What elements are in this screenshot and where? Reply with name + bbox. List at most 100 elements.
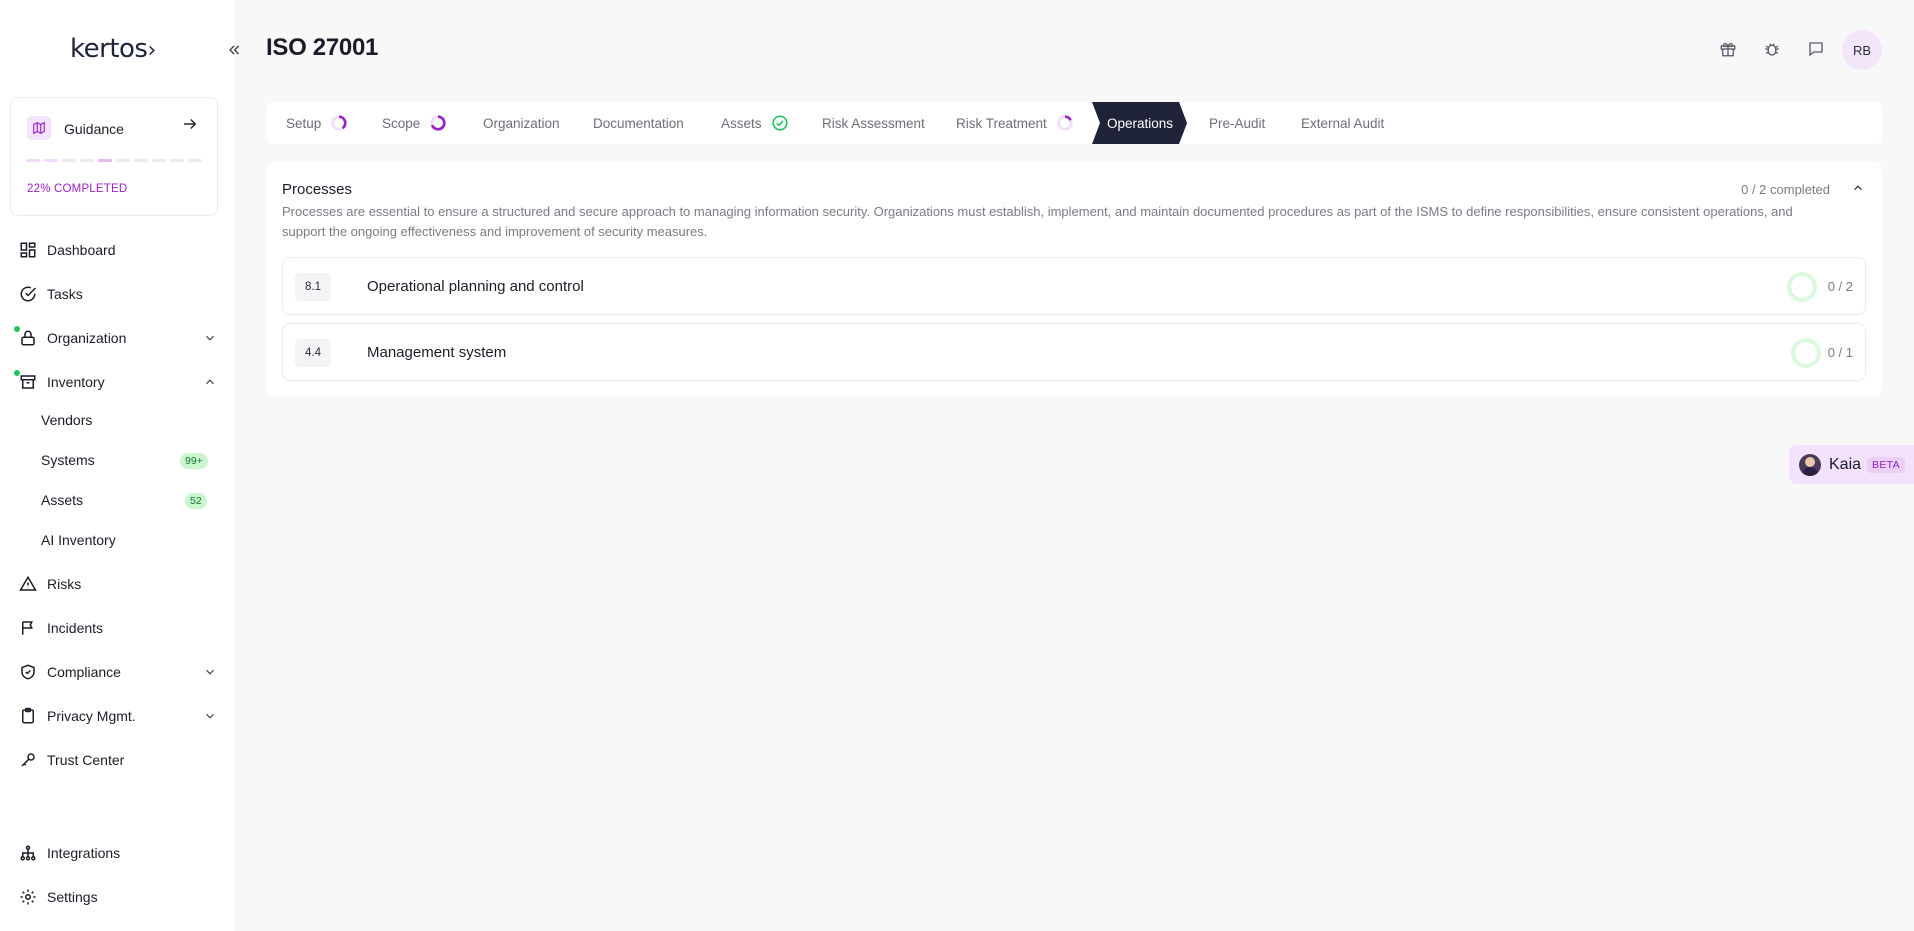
progress-ring-icon (1791, 338, 1821, 368)
sidebar: kertos› Guidance 22% COMPLETED Dashboard… (0, 0, 234, 931)
guidance-progress-label: 22% COMPLETED (27, 183, 128, 195)
gift-icon[interactable] (1717, 38, 1739, 60)
shield-check-icon (18, 662, 38, 682)
sidebar-item-compliance[interactable]: Compliance (18, 659, 218, 685)
process-number: 4.4 (295, 339, 331, 367)
gear-icon (18, 887, 38, 907)
step-assets[interactable]: Assets (721, 102, 790, 144)
flag-icon (18, 618, 38, 638)
progress-segment (62, 159, 76, 162)
sidebar-item-label: Risks (47, 576, 82, 592)
step-risk-assessment[interactable]: Risk Assessment (822, 102, 925, 144)
sidebar-item-label: Trust Center (47, 752, 125, 768)
sidebar-item-label: Privacy Mgmt. (47, 708, 136, 724)
sidebar-item-inventory[interactable]: Inventory (13, 369, 218, 395)
grid-icon (18, 240, 38, 260)
sidebar-subitem-vendors[interactable]: Vendors (41, 412, 92, 428)
step-label: Operations (1107, 115, 1174, 131)
step-label: Risk Treatment (956, 115, 1047, 131)
step-organization[interactable]: Organization (483, 102, 560, 144)
step-documentation[interactable]: Documentation (593, 102, 684, 144)
step-label: Risk Assessment (822, 115, 925, 131)
sidebar-item-label: Inventory (47, 374, 105, 390)
chevron-up-icon[interactable] (1848, 178, 1868, 198)
guidance-card[interactable]: Guidance 22% COMPLETED (10, 97, 218, 216)
sidebar-item-label: Compliance (47, 664, 121, 680)
sidebar-subitem-ai-inventory[interactable]: AI Inventory (41, 532, 116, 548)
sidebar-item-label: Integrations (47, 845, 121, 861)
guidance-progress-segments (26, 159, 202, 162)
progress-segment (98, 159, 112, 162)
step-label: External Audit (1301, 115, 1385, 131)
progress-segment (26, 159, 40, 162)
sidebar-item-label: Tasks (47, 286, 83, 302)
progress-segment (188, 159, 202, 162)
arrow-right-icon[interactable] (181, 115, 199, 138)
chevron-up-icon[interactable] (202, 374, 218, 390)
sidebar-item-privacy[interactable]: Privacy Mgmt. (18, 703, 218, 729)
progress-segment (44, 159, 58, 162)
chevron-down-icon[interactable] (202, 330, 218, 346)
progress-ring-icon (1055, 113, 1075, 133)
collapse-sidebar-icon[interactable] (222, 38, 246, 62)
process-steps-bar: Setup Scope Organization Documentation A… (266, 102, 1882, 144)
beta-badge: BETA (1867, 456, 1905, 473)
kaia-label: Kaia (1829, 455, 1862, 473)
sidebar-item-tasks[interactable]: Tasks (18, 281, 218, 307)
sidebar-item-label: Settings (47, 889, 98, 905)
step-label: Setup (286, 115, 322, 131)
archive-icon (13, 369, 38, 392)
process-row[interactable]: 8.1 Operational planning and control 0 /… (282, 257, 1866, 315)
sidebar-item-risks[interactable]: Risks (18, 571, 218, 597)
progress-segment (80, 159, 94, 162)
assets-count-badge: 52 (185, 493, 207, 509)
step-setup[interactable]: Setup (286, 102, 349, 144)
chat-icon[interactable] (1805, 38, 1827, 60)
warning-triangle-icon (18, 574, 38, 594)
sidebar-item-dashboard[interactable]: Dashboard (18, 237, 218, 263)
bug-icon[interactable] (1761, 38, 1783, 60)
step-pre-audit[interactable]: Pre-Audit (1209, 102, 1265, 144)
map-icon (27, 116, 51, 140)
lock-icon (13, 325, 38, 348)
page-title: ISO 27001 (266, 34, 379, 61)
step-label: Documentation (593, 115, 684, 131)
step-external-audit[interactable]: External Audit (1301, 102, 1384, 144)
sidebar-item-settings[interactable]: Settings (18, 884, 218, 910)
sidebar-subitem-assets[interactable]: Assets (41, 492, 83, 508)
kaia-assistant-button[interactable]: Kaia BETA (1789, 445, 1914, 484)
status-dot (13, 325, 21, 333)
step-risk-treatment[interactable]: Risk Treatment (956, 102, 1075, 144)
progress-ring-icon (428, 113, 448, 133)
step-label: Organization (483, 115, 560, 131)
process-row[interactable]: 4.4 Management system 0 / 1 (282, 323, 1866, 381)
user-avatar[interactable]: RB (1842, 30, 1882, 70)
step-operations[interactable]: Operations (1092, 102, 1187, 144)
step-label: Scope (382, 115, 421, 131)
sidebar-item-trust-center[interactable]: Trust Center (18, 747, 218, 773)
step-label: Assets (721, 115, 762, 131)
sidebar-item-label: Dashboard (47, 242, 116, 258)
chevron-down-icon[interactable] (202, 664, 218, 680)
sidebar-item-organization[interactable]: Organization (13, 325, 218, 351)
process-count: 0 / 2 (1827, 279, 1853, 294)
sidebar-item-label: Incidents (47, 620, 104, 636)
process-number: 8.1 (295, 273, 331, 301)
chevron-down-icon[interactable] (202, 708, 218, 724)
process-label: Management system (367, 344, 507, 361)
kertos-logo[interactable]: kertos› (70, 34, 156, 64)
sidebar-subitem-systems[interactable]: Systems (41, 452, 95, 468)
process-count: 0 / 1 (1827, 345, 1853, 360)
step-scope[interactable]: Scope (382, 102, 448, 144)
systems-count-badge: 99+ (180, 453, 208, 469)
sidebar-item-incidents[interactable]: Incidents (18, 615, 218, 641)
status-dot (13, 369, 21, 377)
guidance-label: Guidance (64, 121, 124, 137)
check-circle-icon (770, 113, 790, 133)
progress-segment (170, 159, 184, 162)
panel-title: Processes (282, 181, 353, 198)
progress-segment (152, 159, 166, 162)
sidebar-item-integrations[interactable]: Integrations (18, 840, 218, 866)
network-icon (18, 843, 38, 863)
panel-completion-count: 0 / 2 completed (1741, 182, 1830, 197)
